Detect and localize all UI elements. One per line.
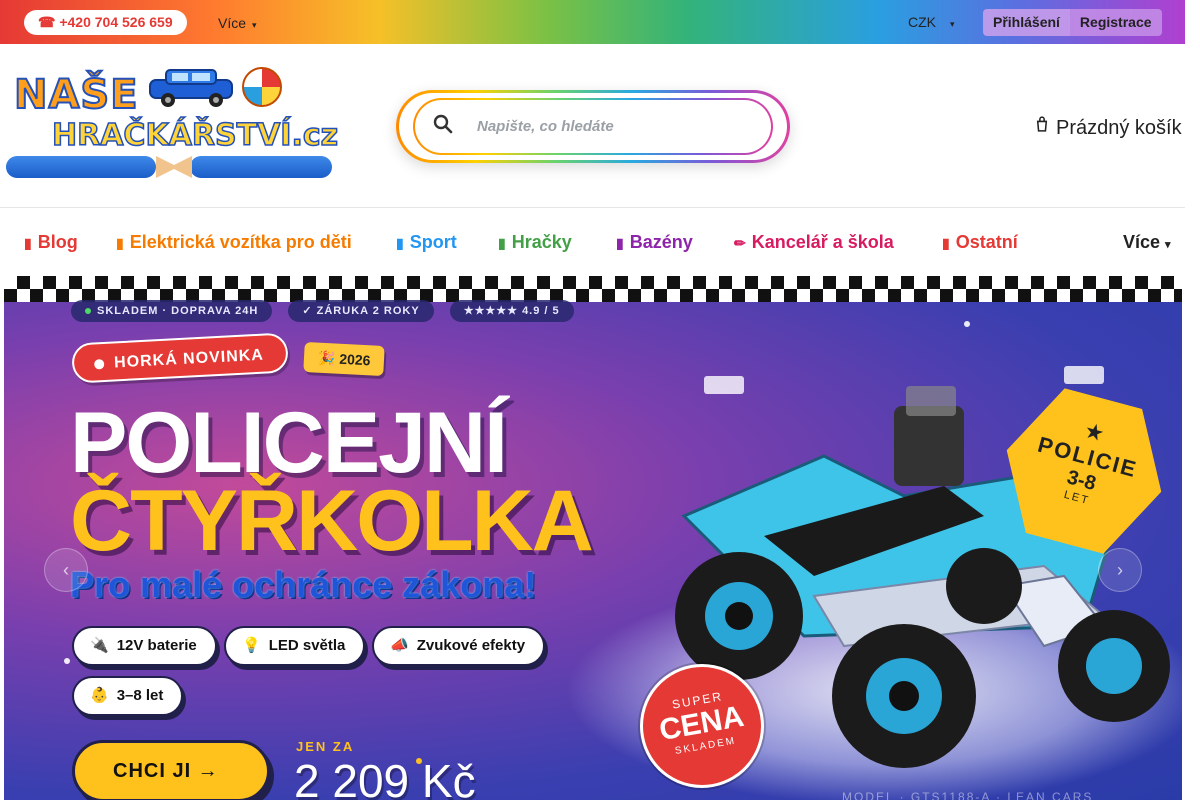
checkered-strip bbox=[4, 276, 1182, 302]
nav-item-other[interactable]: ▮ Ostatní bbox=[942, 232, 1018, 253]
want-it-button[interactable]: CHCI JI → bbox=[72, 740, 270, 800]
car-icon bbox=[149, 69, 233, 107]
hero-title-line2: ČTYŘKOLKA bbox=[70, 473, 594, 569]
page: ☎ +420 704 526 659 Více ▾ CZK ▾ Přihlášení… bbox=[0, 0, 1200, 800]
search-icon[interactable] bbox=[433, 113, 453, 137]
nav-more-label: Více bbox=[1123, 232, 1161, 252]
chevron-right-icon: › bbox=[1117, 560, 1123, 580]
cart-label: Prázdný košík bbox=[1056, 117, 1182, 139]
bulb-icon: 💡 bbox=[242, 637, 261, 654]
nav-item-blog[interactable]: ▮ Blog bbox=[24, 232, 78, 253]
pill-rating: ★★★★★ 4.9 / 5 bbox=[449, 300, 574, 322]
carousel-next-button[interactable]: › bbox=[1098, 548, 1142, 592]
nav-more-menu[interactable]: Více ▾ bbox=[1123, 232, 1171, 253]
nav-item-label: Elektrická vozítka pro děti bbox=[129, 232, 352, 252]
grid-icon: ▮ bbox=[942, 235, 950, 251]
nav-item-pools[interactable]: ▮ Bazény bbox=[616, 232, 693, 253]
ball-icon: ▮ bbox=[396, 235, 404, 251]
feature-led: 💡 LED světla bbox=[224, 626, 366, 666]
phone-link[interactable]: ☎ +420 704 526 659 bbox=[24, 10, 187, 35]
nav-item-electric-vehicles[interactable]: ▮ Elektrická vozítka pro děti bbox=[116, 232, 352, 253]
pencil-decoration bbox=[6, 156, 156, 178]
chevron-down-icon: ▾ bbox=[252, 20, 257, 30]
price-value: 2 209 Kč bbox=[294, 755, 476, 800]
cart-icon bbox=[1036, 116, 1048, 132]
category-nav: ▮ Blog ▮ Elektrická vozítka pro děti ▮ Spor… bbox=[0, 208, 1185, 275]
search-box bbox=[396, 90, 790, 163]
feature-age: 👶 3–8 let bbox=[72, 676, 184, 716]
carousel-prev-button[interactable]: ‹ bbox=[44, 548, 88, 592]
ball-icon bbox=[242, 67, 282, 107]
nav-item-label: Kancelář a škola bbox=[751, 232, 894, 252]
pencil-icon: ✏ bbox=[734, 235, 746, 251]
pencil-decoration bbox=[190, 156, 332, 178]
model-caption: MODEL · GTS1188-A · LEAN CARS bbox=[842, 790, 1094, 800]
pencil-tip bbox=[170, 156, 192, 178]
dot-icon bbox=[93, 358, 105, 370]
currency-label: CZK bbox=[908, 14, 936, 30]
nav-item-label: Bazény bbox=[629, 232, 693, 252]
currency-selector[interactable]: CZK ▾ bbox=[908, 14, 955, 30]
feature-battery: 🔌 12V baterie bbox=[72, 626, 217, 666]
feature-sound: 📣 Zvukové efekty bbox=[372, 626, 546, 666]
nav-item-toys[interactable]: ▮ Hračky bbox=[498, 232, 572, 253]
status-dot-icon bbox=[85, 308, 91, 315]
car-icon: ▮ bbox=[116, 235, 124, 251]
hero-banner[interactable]: SKLADEM · DOPRAVA 24H ✓ ZÁRUKA 2 ROKY ★★… bbox=[4, 276, 1182, 800]
nav-item-label: Hračky bbox=[511, 232, 572, 252]
sparkle-decoration bbox=[964, 321, 970, 327]
site-logo[interactable]: NAŠE HRAČKÁŘSTVÍ.cz bbox=[6, 62, 339, 184]
price-label: JEN ZA bbox=[296, 739, 355, 754]
hot-new-badge: HORKÁ NOVINKA bbox=[71, 332, 289, 384]
search-input[interactable] bbox=[477, 114, 747, 138]
nav-item-label: Sport bbox=[409, 232, 457, 252]
top-more-label: Více bbox=[218, 15, 247, 31]
toy-icon: ▮ bbox=[498, 235, 506, 251]
register-button[interactable]: Registrace bbox=[1069, 9, 1162, 36]
top-more-menu[interactable]: Více ▾ bbox=[218, 15, 257, 31]
chevron-left-icon: ‹ bbox=[63, 560, 69, 580]
auth-buttons: Přihlášení Registrace bbox=[983, 9, 1162, 36]
logo-text-line2: HRAČKÁŘSTVÍ.cz bbox=[51, 117, 339, 154]
blog-icon: ▮ bbox=[24, 235, 32, 251]
sparkle-decoration bbox=[64, 658, 70, 664]
nav-item-label: Blog bbox=[37, 232, 78, 252]
nav-item-office-school[interactable]: ✏ Kancelář a škola bbox=[734, 232, 894, 253]
trust-pills: SKLADEM · DOPRAVA 24H ✓ ZÁRUKA 2 ROKY ★★… bbox=[71, 300, 574, 322]
nav-item-label: Ostatní bbox=[955, 232, 1018, 252]
plug-icon: 🔌 bbox=[90, 637, 109, 654]
top-bar: ☎ +420 704 526 659 Více ▾ CZK ▾ Přihlášení… bbox=[0, 0, 1185, 44]
logo-text-line1: NAŠE bbox=[13, 71, 139, 119]
login-button[interactable]: Přihlášení bbox=[983, 9, 1070, 36]
chevron-down-icon: ▾ bbox=[950, 19, 955, 29]
chevron-down-icon: ▾ bbox=[1165, 239, 1171, 251]
hero-subtitle: Pro malé ochránce zákona! bbox=[70, 564, 537, 605]
nav-item-sport[interactable]: ▮ Sport bbox=[396, 232, 457, 253]
pill-warranty: ✓ ZÁRUKA 2 ROKY bbox=[288, 300, 434, 322]
megaphone-icon: 📣 bbox=[390, 637, 409, 654]
cart-button[interactable]: Prázdný košík bbox=[1036, 114, 1182, 140]
pool-icon: ▮ bbox=[616, 235, 624, 251]
baby-icon: 👶 bbox=[90, 687, 109, 704]
pill-in-stock: SKLADEM · DOPRAVA 24H bbox=[71, 300, 273, 322]
year-badge: 🎉 2026 bbox=[303, 341, 386, 377]
